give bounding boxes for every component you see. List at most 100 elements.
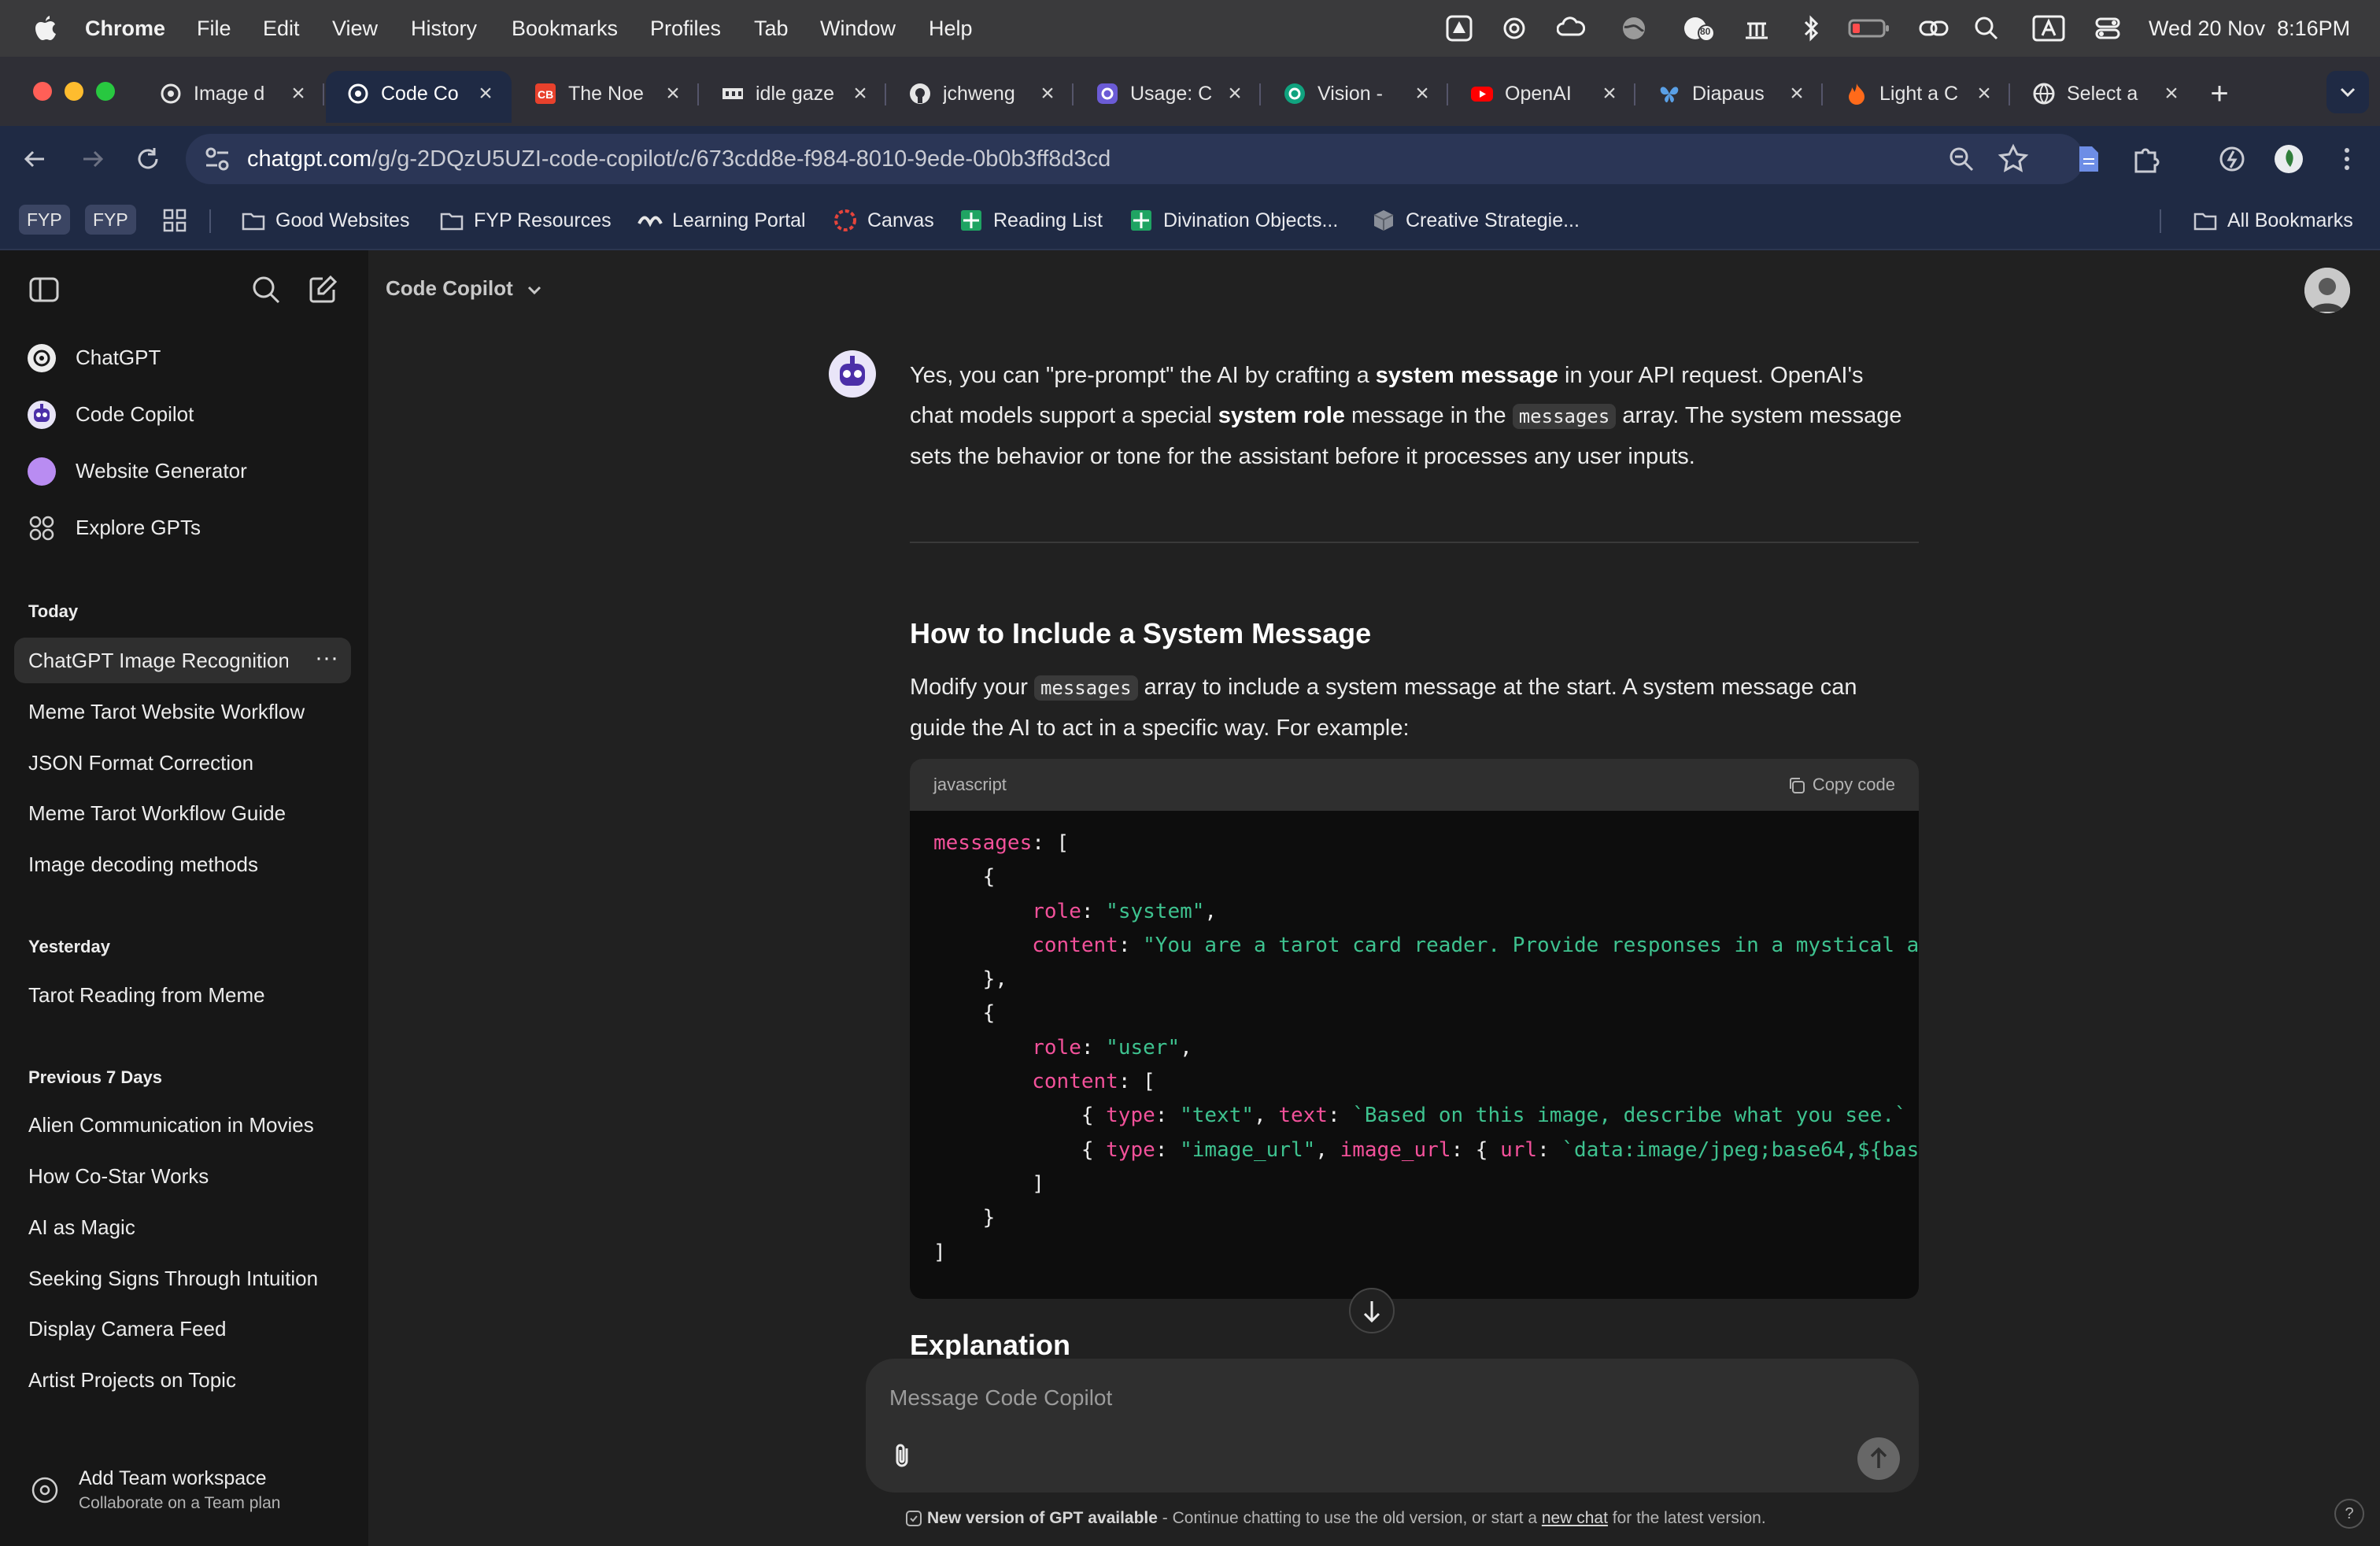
- tab-close-icon[interactable]: ×: [661, 71, 685, 117]
- link-icon[interactable]: [1917, 14, 1950, 43]
- control-center-icon[interactable]: [2094, 14, 2122, 43]
- new-tab-button[interactable]: +: [2204, 71, 2235, 117]
- browser-tab[interactable]: Diapaus ×: [1637, 71, 1823, 123]
- spotlight-search-icon[interactable]: [1972, 14, 2001, 43]
- menu-window[interactable]: Window: [820, 0, 896, 57]
- browser-tab[interactable]: OpenAI ×: [1450, 71, 1635, 123]
- address-bar[interactable]: chatgpt.com/g/g-2DQzU5UZI-code-copilot/c…: [186, 134, 2084, 184]
- tab-close-icon[interactable]: ×: [1036, 71, 1059, 117]
- scroll-to-bottom-button[interactable]: [1349, 1288, 1395, 1333]
- sidebar-gpt-code-copilot[interactable]: Code Copilot: [14, 390, 353, 438]
- input-source-icon[interactable]: [2032, 14, 2065, 43]
- add-team-workspace[interactable]: Add Team workspace Collaborate on a Team…: [14, 1456, 353, 1524]
- browser-tab[interactable]: Usage: C ×: [1075, 71, 1261, 123]
- zoom-icon[interactable]: [1946, 143, 1977, 175]
- drive-icon[interactable]: [1445, 14, 1473, 43]
- performance-icon[interactable]: [2216, 143, 2248, 175]
- tab-close-icon[interactable]: ×: [474, 71, 497, 117]
- conversation-item[interactable]: Meme Tarot Website Workflow: [14, 689, 351, 734]
- new-chat-icon[interactable]: [307, 274, 338, 305]
- reload-icon[interactable]: [132, 143, 164, 175]
- tab-close-icon[interactable]: ×: [1410, 71, 1434, 117]
- bookmark-pill[interactable]: FYP: [85, 205, 136, 235]
- menu-history[interactable]: History: [411, 0, 477, 57]
- model-selector[interactable]: Code Copilot: [386, 271, 544, 305]
- conversation-item[interactable]: How Co-Star Works: [14, 1153, 351, 1199]
- apps-grid-icon[interactable]: [162, 208, 187, 233]
- bookmark-star-icon[interactable]: [1998, 143, 2029, 175]
- tab-close-icon[interactable]: ×: [1223, 71, 1247, 117]
- openai-menu-icon[interactable]: [1500, 14, 1528, 43]
- zoom-window-button[interactable]: [96, 82, 115, 101]
- sidebar-toggle-icon[interactable]: [28, 274, 60, 305]
- menu-profiles[interactable]: Profiles: [650, 0, 721, 57]
- conversation-item[interactable]: Display Camera Feed: [14, 1306, 351, 1352]
- conversation-item[interactable]: AI as Magic: [14, 1204, 351, 1250]
- url-text[interactable]: chatgpt.com/g/g-2DQzU5UZI-code-copilot/c…: [247, 134, 1111, 184]
- attach-paperclip-icon[interactable]: [886, 1441, 918, 1472]
- sidebar-explore-gpts[interactable]: Explore GPTs: [14, 504, 353, 551]
- browser-tab-active[interactable]: Code Co ×: [326, 71, 512, 123]
- browser-tab[interactable]: Select a ×: [2012, 71, 2197, 123]
- more-options-icon[interactable]: ···: [315, 638, 338, 683]
- conversation-item[interactable]: Tarot Reading from Meme: [14, 972, 351, 1018]
- avatar[interactable]: [2304, 268, 2350, 313]
- cloud-sync-icon[interactable]: [1557, 14, 1585, 43]
- tab-close-icon[interactable]: ×: [1598, 71, 1621, 117]
- minimize-window-button[interactable]: [65, 82, 83, 101]
- assistant-paragraph-1: Yes, you can "pre-prompt" the AI by craf…: [910, 356, 1925, 477]
- browser-tab[interactable]: idle gaze ×: [700, 71, 886, 123]
- conversation-item[interactable]: Image decoding methods: [14, 841, 351, 887]
- conversation-item[interactable]: Alien Communication in Movies: [14, 1102, 351, 1148]
- browser-tab[interactable]: CB The Noe ×: [513, 71, 699, 123]
- document-extension-icon[interactable]: [2073, 143, 2105, 175]
- menu-clock[interactable]: Wed 20 Nov 8:16PM: [2149, 0, 2350, 57]
- profile-avatar[interactable]: [2273, 143, 2304, 175]
- site-settings-icon[interactable]: [201, 143, 233, 175]
- close-window-button[interactable]: [33, 82, 52, 101]
- tab-close-icon[interactable]: ×: [1972, 71, 1996, 117]
- globe-status-icon[interactable]: [1620, 14, 1648, 43]
- menu-view[interactable]: View: [332, 0, 378, 57]
- new-chat-link[interactable]: new chat: [1542, 1509, 1608, 1527]
- forward-arrow-icon[interactable]: [77, 143, 109, 175]
- menu-bookmarks[interactable]: Bookmarks: [512, 0, 618, 57]
- conversation-item[interactable]: JSON Format Correction: [14, 740, 351, 786]
- chrome-menu-icon[interactable]: [2331, 143, 2363, 175]
- conversation-item-active[interactable]: ChatGPT Image Recognition F ···: [14, 638, 351, 683]
- menu-edit[interactable]: Edit: [263, 0, 300, 57]
- menu-file[interactable]: File: [197, 0, 231, 57]
- search-chats-icon[interactable]: [250, 274, 282, 305]
- send-button[interactable]: [1857, 1437, 1900, 1480]
- airdrop-icon[interactable]: [1743, 14, 1771, 43]
- tab-close-icon[interactable]: ×: [286, 71, 310, 117]
- back-arrow-icon[interactable]: [19, 143, 50, 175]
- assistant-paragraph-2: Modify your messages array to include a …: [910, 668, 1925, 749]
- sidebar-gpt-chatgpt[interactable]: ChatGPT: [14, 334, 353, 381]
- text-span: array. The system message: [1616, 403, 1902, 428]
- copy-code-button[interactable]: Copy code: [1787, 759, 1895, 811]
- browser-tab[interactable]: Light a C ×: [1824, 71, 2010, 123]
- help-button[interactable]: ?: [2334, 1499, 2364, 1529]
- conversation-item[interactable]: Seeking Signs Through Intuition: [14, 1256, 351, 1301]
- tab-close-icon[interactable]: ×: [2160, 71, 2183, 117]
- sidebar-gpt-website-generator[interactable]: Website Generator: [14, 447, 353, 494]
- battery-icon[interactable]: [1848, 14, 1890, 43]
- extensions-puzzle-icon[interactable]: [2131, 143, 2163, 175]
- bluetooth-icon[interactable]: [1799, 14, 1823, 43]
- bookmark-pill[interactable]: FYP: [19, 205, 70, 235]
- conversation-item[interactable]: Meme Tarot Workflow Guide: [14, 790, 351, 836]
- browser-tab[interactable]: jchweng ×: [888, 71, 1074, 123]
- tab-close-icon[interactable]: ×: [1785, 71, 1809, 117]
- menu-help[interactable]: Help: [929, 0, 973, 57]
- tab-search-button[interactable]: [2326, 71, 2369, 113]
- menu-tab[interactable]: Tab: [754, 0, 789, 57]
- conversation-item[interactable]: Artist Projects on Topic: [14, 1357, 351, 1403]
- apple-icon[interactable]: [31, 13, 58, 44]
- notification-badge-icon[interactable]: 80: [1683, 14, 1717, 43]
- tab-close-icon[interactable]: ×: [848, 71, 872, 117]
- menu-app-name[interactable]: Chrome: [85, 0, 165, 57]
- message-input[interactable]: Message Code Copilot: [889, 1381, 1889, 1415]
- browser-tab[interactable]: Image d ×: [139, 71, 324, 123]
- browser-tab[interactable]: Vision - ×: [1262, 71, 1448, 123]
